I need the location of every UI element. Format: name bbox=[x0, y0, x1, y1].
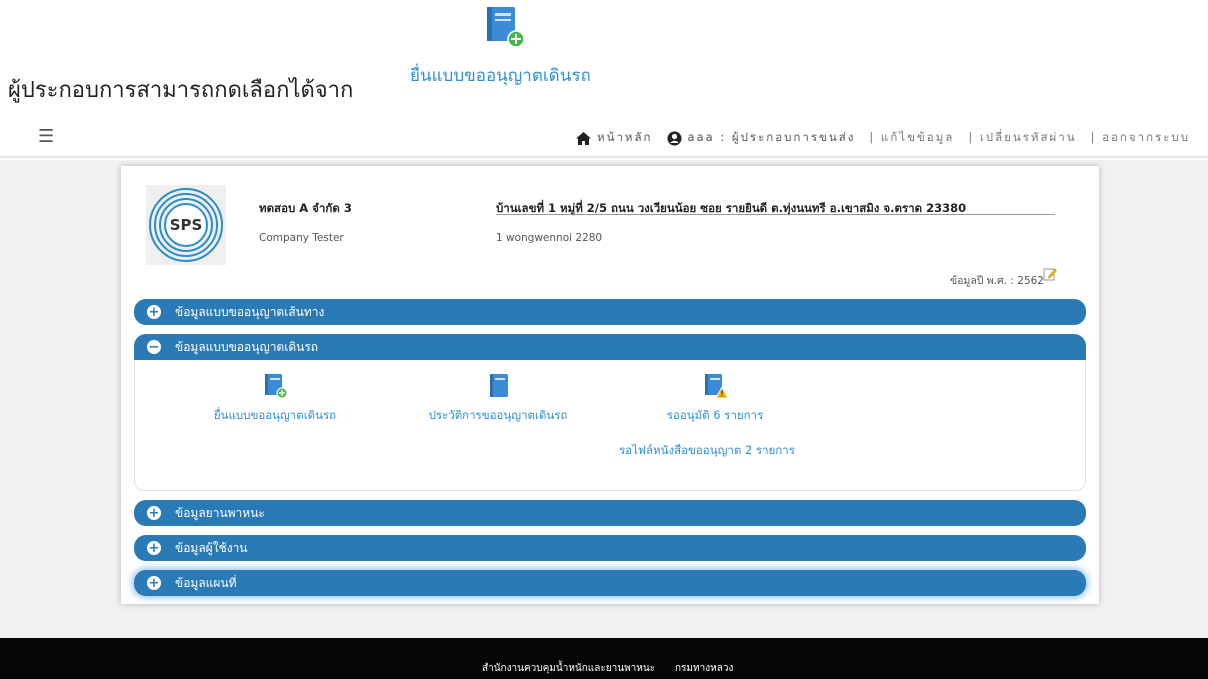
accordion-route-permit-label: ข้อมูลแบบขออนุญาตเส้นทาง bbox=[175, 304, 325, 319]
nav-user[interactable]: aaa : ผู้ประกอบการขนส่ง bbox=[667, 129, 856, 147]
top-navigation: ☰ หน้าหลัก aaa : ผู้ประกอบการขนส่ง | แก้… bbox=[0, 118, 1208, 158]
menu-icon[interactable]: ☰ bbox=[38, 126, 54, 147]
nav-edit-profile[interactable]: | แก้ไขข้อมูล bbox=[869, 129, 954, 147]
nav-user-label: aaa : ผู้ประกอบการขนส่ง bbox=[687, 130, 856, 144]
logo-text: SPS bbox=[170, 216, 203, 234]
instruction-text: ผู้ประกอบการสามารถกดเลือกได้จาก bbox=[8, 78, 354, 103]
instruction-area: ผู้ประกอบการสามารถกดเลือกได้จาก ยื่นแบบข… bbox=[0, 0, 1208, 118]
permit-history-tile[interactable]: ประวัติการขออนุญาตเดินรถ bbox=[418, 373, 578, 425]
company-address-th: บ้านเลขที่ 1 หมู่ที่ 2/5 ถนน วงเวียนน้อย… bbox=[496, 201, 967, 215]
accordion-map[interactable]: + ข้อมูลแผนที่ bbox=[134, 570, 1086, 596]
collapse-icon: − bbox=[147, 339, 161, 355]
company-name-en: Company Tester bbox=[259, 232, 344, 244]
document-add-icon bbox=[486, 6, 526, 48]
document-add-icon bbox=[264, 373, 288, 399]
accordion-operation-permit-label: ข้อมูลแบบขออนุญาตเดินรถ bbox=[175, 339, 319, 354]
expand-icon: + bbox=[147, 505, 161, 521]
pending-approval-tile[interactable]: รออนุมัติ 6 รายการ bbox=[650, 373, 780, 425]
operation-permit-panel: ยื่นแบบขออนุญาตเดินรถ ประวัติการขออนุญาต… bbox=[134, 360, 1086, 491]
nav-home-label: หน้าหลัก bbox=[597, 130, 653, 144]
expand-icon: + bbox=[147, 304, 161, 320]
company-card: SPS ทดสอบ A จำกัด 3 Company Tester บ้านเ… bbox=[121, 166, 1099, 604]
nav-links: หน้าหลัก aaa : ผู้ประกอบการขนส่ง | แก้ไข… bbox=[562, 129, 1190, 147]
company-name-th: ทดสอบ A จำกัด 3 bbox=[259, 201, 352, 215]
nav-change-password[interactable]: | เปลี่ยนรหัสผ่าน bbox=[968, 129, 1076, 147]
accordion-users-label: ข้อมูลผู้ใช้งาน bbox=[175, 540, 248, 555]
footer: สำนักงานควบคุมน้ำหนักและยานพาหนะ กรมทางห… bbox=[0, 638, 1208, 679]
company-logo: SPS bbox=[146, 185, 226, 265]
submit-permit-label: ยื่นแบบขออนุญาตเดินรถ bbox=[213, 408, 337, 422]
footer-org: สำนักงานควบคุมน้ำหนักและยานพาหนะ bbox=[482, 663, 656, 674]
accordion-route-permit[interactable]: + ข้อมูลแบบขออนุญาตเส้นทาง bbox=[134, 299, 1086, 325]
company-address-en: 1 wongwennoi 2280 bbox=[496, 232, 603, 244]
accordion-users[interactable]: + ข้อมูลผู้ใช้งาน bbox=[134, 535, 1086, 561]
address-divider bbox=[496, 214, 1055, 215]
footer-dept: กรมทางหลวง bbox=[675, 663, 734, 674]
nav-home[interactable]: หน้าหลัก bbox=[576, 129, 653, 147]
submit-permit-tile[interactable]: ยื่นแบบขออนุญาตเดินรถ bbox=[205, 373, 345, 425]
document-warning-icon bbox=[704, 373, 729, 399]
data-year: ข้อมูลปี พ.ศ. : 2562 bbox=[949, 275, 1044, 287]
instruction-link: ยื่นแบบขออนุญาตเดินรถ bbox=[410, 66, 591, 86]
pending-approval-label: รออนุมัติ 6 รายการ bbox=[666, 408, 764, 422]
document-icon bbox=[487, 373, 509, 397]
accordion-vehicles[interactable]: + ข้อมูลยานพาหนะ bbox=[134, 500, 1086, 526]
accordion-operation-permit[interactable]: − ข้อมูลแบบขออนุญาตเดินรถ bbox=[134, 334, 1086, 360]
expand-icon: + bbox=[147, 540, 161, 556]
nav-logout[interactable]: | ออกจากระบบ bbox=[1091, 129, 1190, 147]
pending-files-link[interactable]: รอไฟล์หนังสือขออนุญาต 2 รายการ bbox=[619, 442, 795, 460]
edit-icon[interactable] bbox=[1043, 266, 1057, 281]
home-icon bbox=[576, 131, 592, 146]
accordion-map-label: ข้อมูลแผนที่ bbox=[175, 575, 237, 590]
permit-history-label: ประวัติการขออนุญาตเดินรถ bbox=[428, 408, 568, 422]
expand-icon: + bbox=[147, 575, 161, 591]
accordion-vehicles-label: ข้อมูลยานพาหนะ bbox=[175, 505, 265, 520]
user-circle-icon bbox=[667, 131, 682, 146]
